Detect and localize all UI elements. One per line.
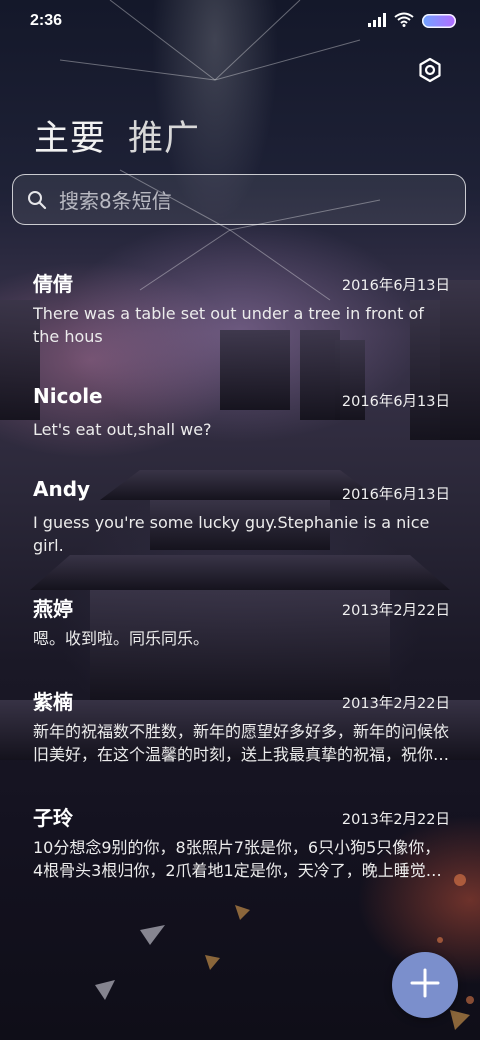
sender-name: 子玲 bbox=[33, 806, 73, 830]
tab-bar: 主要 推广 bbox=[34, 110, 200, 161]
message-date: 2013年2月22日 bbox=[341, 603, 450, 619]
sender-name: 燕婷 bbox=[33, 597, 73, 621]
gear-icon bbox=[416, 57, 444, 88]
message-preview: There was a table set out under a tree i… bbox=[33, 304, 424, 346]
message-preview: 嗯。收到啦。同乐同乐。 bbox=[33, 629, 210, 648]
message-date: 2013年2月22日 bbox=[341, 696, 450, 712]
wifi-icon bbox=[394, 12, 414, 31]
sender-name: 倩倩 bbox=[33, 272, 73, 296]
sender-name: Nicole bbox=[33, 384, 103, 408]
message-item[interactable]: 紫楠 2013年2月22日 新年的祝福数不胜数，新年的愿望好多好多，新年的问候依… bbox=[0, 680, 480, 766]
status-time: 2:36 bbox=[30, 12, 63, 29]
status-icons bbox=[368, 12, 456, 30]
message-preview: 新年的祝福数不胜数，新年的愿望好多好多，新年的问候依旧美好，在这个温馨的时刻，送… bbox=[33, 722, 450, 764]
battery-icon bbox=[422, 14, 456, 28]
search-input[interactable] bbox=[57, 183, 451, 219]
message-item[interactable]: 倩倩 2016年6月13日 There was a table set out … bbox=[0, 262, 480, 348]
tab-promotions[interactable]: 推广 bbox=[128, 110, 200, 161]
signal-icon bbox=[368, 12, 386, 31]
message-item[interactable]: 子玲 2013年2月22日 10分想念9别的你，8张照片7张是你，6只小狗5只像… bbox=[0, 796, 480, 882]
message-preview: 10分想念9别的你，8张照片7张是你，6只小狗5只像你，4根骨头3根归你，2爪着… bbox=[33, 838, 442, 880]
message-item[interactable]: 燕婷 2013年2月22日 嗯。收到啦。同乐同乐。 bbox=[0, 587, 480, 650]
message-preview: I guess you're some lucky guy.Stephanie … bbox=[33, 513, 430, 555]
message-date: 2016年6月13日 bbox=[341, 278, 450, 294]
status-bar: 2:36 bbox=[0, 0, 480, 44]
settings-button[interactable] bbox=[416, 56, 444, 84]
plus-icon bbox=[410, 968, 440, 1002]
message-item[interactable]: Andy 2016年6月13日 I guess you're some luck… bbox=[0, 471, 480, 557]
tab-primary[interactable]: 主要 bbox=[34, 110, 106, 161]
message-item[interactable]: Nicole 2016年6月13日 Let's eat out,shall we… bbox=[0, 378, 480, 441]
search-bar[interactable] bbox=[12, 174, 466, 225]
search-icon bbox=[27, 190, 47, 210]
sender-name: 紫楠 bbox=[33, 690, 73, 714]
message-date: 2016年6月13日 bbox=[341, 487, 450, 503]
new-message-button[interactable] bbox=[392, 952, 458, 1018]
sender-name: Andy bbox=[33, 477, 91, 501]
message-preview: Let's eat out,shall we? bbox=[33, 420, 212, 439]
message-date: 2013年2月22日 bbox=[341, 812, 450, 828]
message-date: 2016年6月13日 bbox=[341, 394, 450, 410]
